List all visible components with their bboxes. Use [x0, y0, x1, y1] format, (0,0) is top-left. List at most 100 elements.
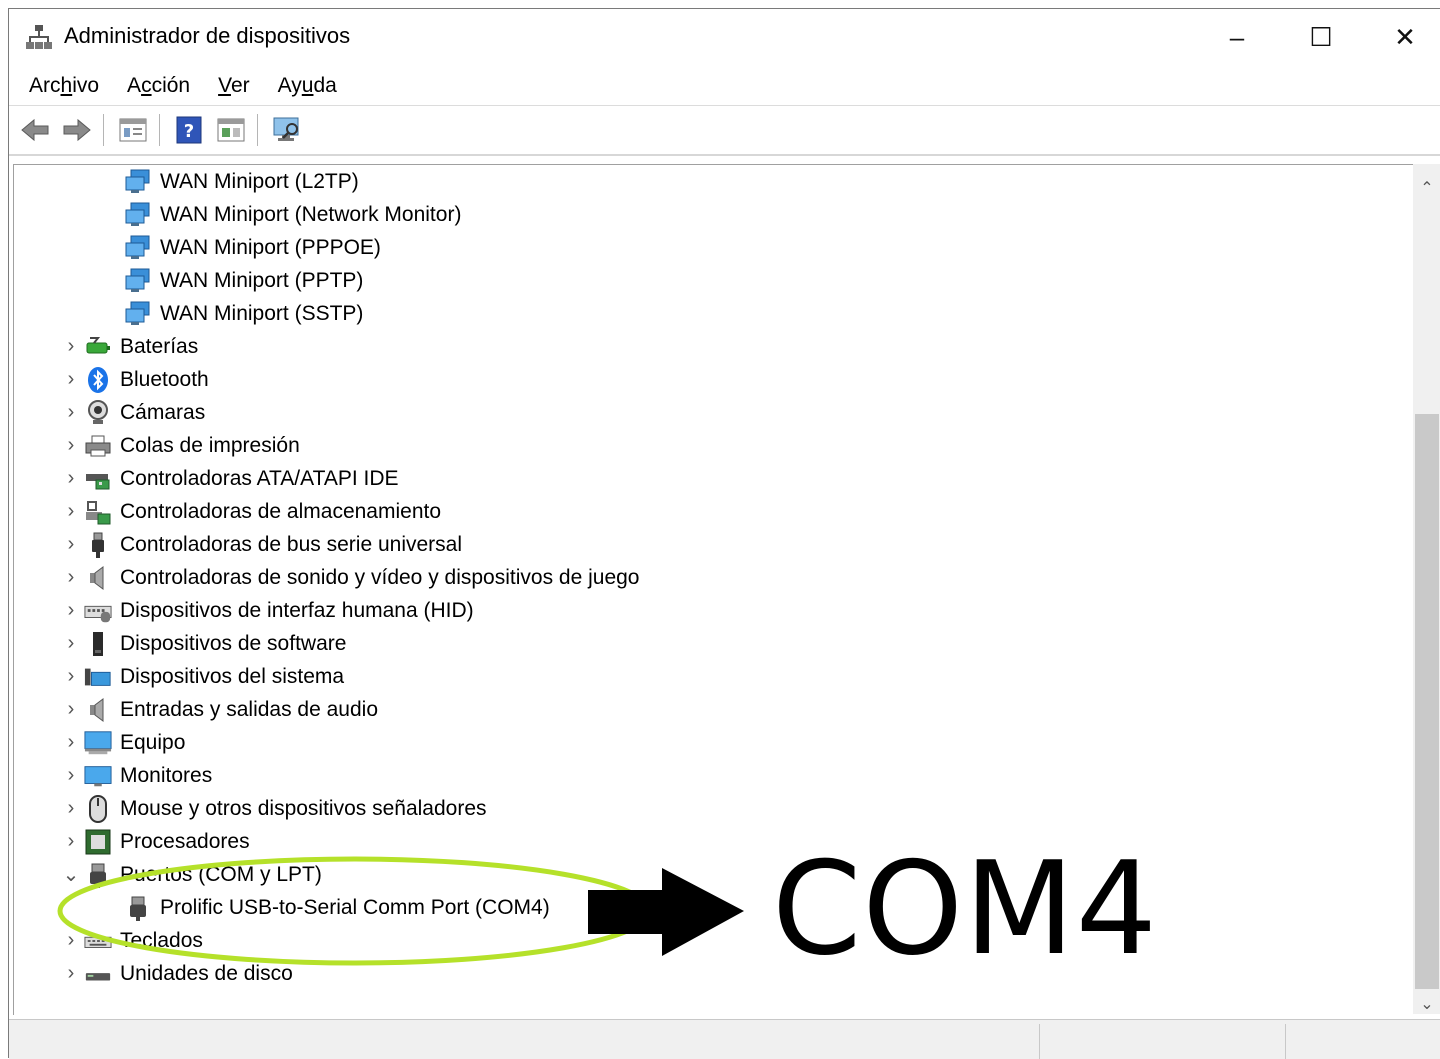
camera-icon	[84, 399, 112, 427]
tree-item-label: Dispositivos del sistema	[120, 664, 345, 688]
expand-chevron-icon[interactable]: ›	[58, 429, 84, 462]
computer-icon	[84, 729, 112, 757]
tree-item-label: Teclados	[120, 928, 203, 952]
tree-item-label: Baterías	[120, 334, 199, 358]
speaker-icon	[84, 696, 112, 724]
tree-category-teclados[interactable]: › Teclados	[58, 924, 203, 957]
expand-chevron-icon[interactable]: ›	[58, 528, 84, 561]
disk-drive-icon	[84, 960, 112, 988]
update-driver-icon[interactable]	[215, 114, 247, 146]
tree-category-mouse[interactable]: › Mouse y otros dispositivos señaladores	[58, 792, 487, 825]
scrollbar-thumb[interactable]	[1415, 414, 1439, 989]
tree-item-wan-sstp[interactable]: WAN Miniport (SSTP)	[124, 297, 363, 330]
svg-text:?: ?	[184, 121, 194, 142]
toolbar-separator	[159, 114, 160, 146]
tree-item-label: Puertos (COM y LPT)	[120, 862, 322, 886]
expand-chevron-icon[interactable]: ›	[58, 924, 84, 957]
vertical-scrollbar[interactable]: ⌃ ⌄	[1413, 164, 1440, 1014]
tree-item-wan-pppoe[interactable]: WAN Miniport (PPPOE)	[124, 231, 381, 264]
expand-chevron-icon[interactable]: ›	[58, 462, 84, 495]
scroll-up-icon[interactable]: ⌃	[1413, 174, 1440, 202]
speaker-icon	[84, 564, 112, 592]
toolbar-separator	[257, 114, 258, 146]
tree-category-ata-ide[interactable]: › Controladoras ATA/ATAPI IDE	[58, 462, 399, 495]
tree-category-monitores[interactable]: › Monitores	[58, 759, 213, 792]
tree-category-puertos[interactable]: ⌄ Puertos (COM y LPT)	[58, 858, 322, 891]
menu-ayuda[interactable]: Ayuda	[264, 69, 351, 103]
tree-category-audio[interactable]: › Entradas y salidas de audio	[58, 693, 378, 726]
maximize-button[interactable]: ☐	[1281, 9, 1361, 65]
expand-chevron-icon[interactable]: ›	[58, 693, 84, 726]
scroll-down-icon[interactable]: ⌄	[1413, 990, 1440, 1018]
close-button[interactable]: ✕	[1365, 9, 1440, 65]
tree-item-label: Controladoras de bus serie universal	[120, 532, 463, 556]
tree-item-label: Cámaras	[120, 400, 206, 424]
tree-item-label: Controladoras ATA/ATAPI IDE	[120, 466, 399, 490]
port-icon	[124, 894, 152, 922]
title-bar: Administrador de dispositivos – ☐ ✕	[9, 9, 1440, 65]
tree-item-wan-l2tp[interactable]: WAN Miniport (L2TP)	[124, 165, 359, 198]
expand-chevron-icon[interactable]: ›	[58, 792, 84, 825]
minimize-button[interactable]: –	[1197, 9, 1277, 65]
back-icon[interactable]	[19, 114, 51, 146]
expand-chevron-icon[interactable]: ›	[58, 330, 84, 363]
tree-item-label: Controladoras de sonido y vídeo y dispos…	[120, 565, 640, 589]
tree-category-bluetooth[interactable]: › Bluetooth	[58, 363, 209, 396]
tree-category-procesadores[interactable]: › Procesadores	[58, 825, 250, 858]
properties-icon[interactable]	[117, 114, 149, 146]
keyboard-icon	[84, 927, 112, 955]
tree-category-colas-impresion[interactable]: › Colas de impresión	[58, 429, 300, 462]
network-adapter-icon	[124, 168, 152, 196]
tree-category-sistema[interactable]: › Dispositivos del sistema	[58, 660, 344, 693]
tree-category-baterias[interactable]: › Baterías	[58, 330, 199, 363]
collapse-chevron-icon[interactable]: ⌄	[58, 858, 84, 891]
expand-chevron-icon[interactable]: ›	[58, 363, 84, 396]
expand-chevron-icon[interactable]: ›	[58, 627, 84, 660]
tree-item-label: WAN Miniport (PPPOE)	[160, 235, 381, 259]
menu-archivo[interactable]: Archivo	[9, 69, 113, 103]
expand-chevron-icon[interactable]: ›	[58, 825, 84, 858]
expand-chevron-icon[interactable]: ›	[58, 396, 84, 429]
tree-item-label: Prolific USB-to-Serial Comm Port (COM4)	[160, 895, 550, 919]
tree-item-label: Entradas y salidas de audio	[120, 697, 378, 721]
expand-chevron-icon[interactable]: ›	[58, 660, 84, 693]
device-tree: WAN Miniport (L2TP) WAN Miniport (Networ…	[13, 164, 1414, 1015]
tree-item-label: Procesadores	[120, 829, 250, 853]
tree-item-label: Unidades de disco	[120, 961, 293, 985]
menu-accion[interactable]: Acción	[113, 69, 204, 103]
expand-chevron-icon[interactable]: ›	[58, 957, 84, 990]
device-manager-icon	[25, 23, 53, 51]
tree-category-sonido-video[interactable]: › Controladoras de sonido y vídeo y disp…	[58, 561, 639, 594]
tree-item-label: WAN Miniport (L2TP)	[160, 169, 359, 193]
expand-chevron-icon[interactable]: ›	[58, 759, 84, 792]
tree-category-usb[interactable]: › Controladoras de bus serie universal	[58, 528, 462, 561]
tree-category-unidades-disco[interactable]: › Unidades de disco	[58, 957, 293, 990]
tree-item-prolific-com4[interactable]: Prolific USB-to-Serial Comm Port (COM4)	[124, 891, 550, 924]
status-bar	[9, 1019, 1440, 1059]
forward-icon[interactable]	[61, 114, 93, 146]
scan-hardware-icon[interactable]	[271, 114, 303, 146]
com4-annotation-text: COM4	[772, 835, 1158, 984]
tree-category-hid[interactable]: › Dispositivos de interfaz humana (HID)	[58, 594, 474, 627]
network-adapter-icon	[124, 300, 152, 328]
expand-chevron-icon[interactable]: ›	[58, 495, 84, 528]
hid-icon	[84, 597, 112, 625]
tree-item-wan-pptp[interactable]: WAN Miniport (PPTP)	[124, 264, 363, 297]
expand-chevron-icon[interactable]: ›	[58, 594, 84, 627]
tree-item-label: WAN Miniport (PPTP)	[160, 268, 364, 292]
tree-item-label: WAN Miniport (Network Monitor)	[160, 202, 462, 226]
tree-category-almacenamiento[interactable]: › Controladoras de almacenamiento	[58, 495, 441, 528]
expand-chevron-icon[interactable]: ›	[58, 726, 84, 759]
help-icon[interactable]: ?	[173, 114, 205, 146]
tree-category-camaras[interactable]: › Cámaras	[58, 396, 205, 429]
network-adapter-icon	[124, 267, 152, 295]
menu-ver[interactable]: Ver	[204, 69, 264, 103]
storage-controller-icon	[84, 498, 112, 526]
battery-icon	[84, 333, 112, 361]
tree-category-equipo[interactable]: › Equipo	[58, 726, 185, 759]
toolbar: ?	[9, 105, 1440, 156]
menu-bar: Archivo Acción Ver Ayuda	[9, 69, 351, 103]
expand-chevron-icon[interactable]: ›	[58, 561, 84, 594]
tree-item-wan-network-monitor[interactable]: WAN Miniport (Network Monitor)	[124, 198, 461, 231]
tree-category-software[interactable]: › Dispositivos de software	[58, 627, 346, 660]
